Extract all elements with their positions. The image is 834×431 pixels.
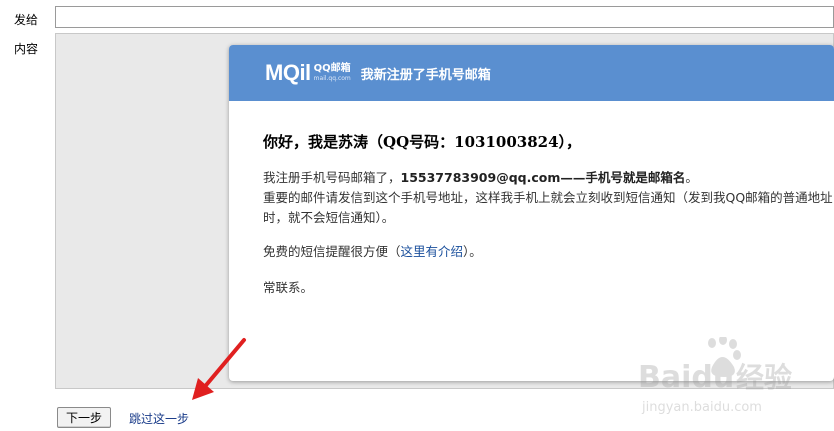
mail-email-address: 15537783909@qq.com——手机号就是邮箱名 [400, 170, 686, 185]
skip-step-link[interactable]: 跳过这一步 [129, 410, 189, 427]
mail-header-title: 我新注册了手机号邮箱 [360, 67, 491, 83]
mail-text: 免费的短信提醒很方便（ [263, 244, 401, 259]
mail-body: 你好，我是苏涛（QQ号码：1031003824）， 我注册手机号码邮箱了，155… [229, 101, 834, 298]
logo-domain: mail.qq.com [313, 75, 351, 82]
mail-line-important: 重要的邮件请发信到这个手机号地址，这样我手机上就会立刻收到短信通知（发到我QQ邮… [263, 190, 833, 225]
watermark-url: jingyan.baidu.com [641, 400, 762, 415]
recipient-input[interactable] [55, 6, 834, 28]
logo-text: MQil [265, 60, 311, 85]
mail-text: ）。 [463, 244, 482, 259]
mail-closing: 常联系。 [263, 280, 314, 295]
mail-paragraph-intro: 我注册手机号码邮箱了，15537783909@qq.com——手机号就是邮箱名。… [263, 168, 834, 228]
mail-greeting: 你好，我是苏涛（QQ号码：1031003824）， [263, 133, 582, 151]
red-arrow-icon [192, 338, 246, 400]
logo-sub: QQ邮箱 mail.qq.com [314, 64, 351, 82]
mail-paragraph-sms: 免费的短信提醒很方便（这里有介绍）。 [263, 242, 834, 262]
mail-text: 。 [685, 170, 698, 185]
mail-header: MQil QQ邮箱 mail.qq.com 我新注册了手机号邮箱 [229, 45, 834, 101]
intro-link[interactable]: 这里有介绍 [401, 244, 464, 259]
mail-line-email: 我注册手机号码邮箱了，15537783909@qq.com——手机号就是邮箱名。 [263, 168, 834, 188]
content-label: 内容 [14, 42, 39, 56]
next-step-button[interactable]: 下一步 [57, 407, 111, 428]
to-label: 发给 [14, 13, 39, 27]
mail-text: 我注册手机号码邮箱了， [263, 170, 401, 185]
mail-preview-card: MQil QQ邮箱 mail.qq.com 我新注册了手机号邮箱 你好，我是苏涛… [229, 45, 834, 381]
qq-mail-logo: MQil QQ邮箱 mail.qq.com [265, 62, 351, 84]
logo-brand: QQ邮箱 [313, 63, 351, 74]
